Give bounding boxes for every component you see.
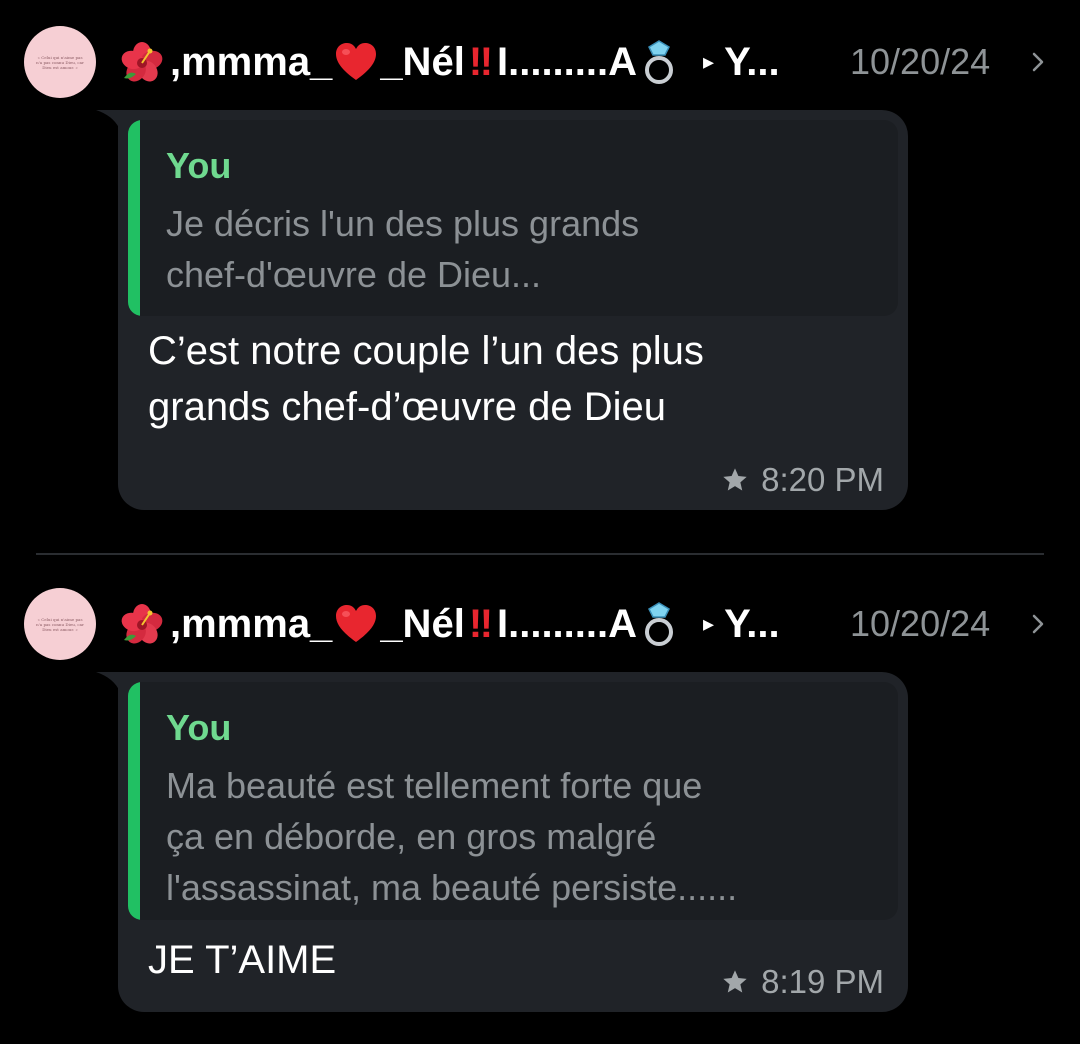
sender-name-part: I.........A <box>496 39 638 84</box>
hibiscus-icon <box>121 42 163 82</box>
message-header[interactable]: « Celui qui n'aime pas n'a pas connu Die… <box>0 26 1080 98</box>
message-date: 10/20/24 <box>850 41 991 82</box>
quoted-message[interactable]: You Ma beauté est tellement forte que ça… <box>128 682 898 920</box>
bubble-tail <box>96 110 120 130</box>
avatar[interactable]: « Celui qui n'aime pas n'a pas connu Die… <box>24 26 96 98</box>
starred-message-item[interactable]: « Celui qui n'aime pas n'a pas connu Die… <box>0 0 1080 540</box>
red-heart-icon <box>336 605 377 642</box>
play-arrow-icon: ▸ <box>703 49 715 74</box>
avatar-caption: « Celui qui n'aime pas n'a pas connu Die… <box>36 54 84 70</box>
quoted-message[interactable]: You Je décris l'un des plus grands chef-… <box>128 120 898 316</box>
quote-accent-bar <box>128 120 140 316</box>
recipient-name: Y... <box>724 39 780 84</box>
message-bubble[interactable]: You Ma beauté est tellement forte que ça… <box>118 672 908 1012</box>
quote-text: Ma beauté est tellement forte que ça en … <box>166 765 738 908</box>
message-meta: 8:19 PM <box>721 962 884 1002</box>
message-text: JE T’AIME <box>148 938 337 982</box>
chevron-right-icon[interactable] <box>1030 610 1048 638</box>
bubble-tail <box>96 672 120 692</box>
sender-name-part: _Nél <box>380 39 465 84</box>
message-bubble[interactable]: You Je décris l'un des plus grands chef-… <box>118 110 908 510</box>
message-time: 8:19 PM <box>761 963 884 1000</box>
red-heart-icon <box>336 43 377 80</box>
message-date: 10/20/24 <box>850 603 991 644</box>
star-icon <box>723 468 747 491</box>
play-arrow-icon: ▸ <box>703 611 715 636</box>
avatar-caption: « Celui qui n'aime pas n'a pas connu Die… <box>36 616 84 632</box>
starred-message-item[interactable]: « Celui qui n'aime pas n'a pas connu Die… <box>0 562 1080 1044</box>
hibiscus-icon <box>121 604 163 644</box>
message-header[interactable]: « Celui qui n'aime pas n'a pas connu Die… <box>0 588 1080 660</box>
quote-author: You <box>166 145 232 186</box>
sender-recipient-line: ,mmma_ _Nél ‼ I.........A ▸ Y... <box>120 38 780 86</box>
divider <box>36 553 1044 555</box>
sender-name-part: I.........A <box>496 601 638 646</box>
ring-icon <box>645 602 674 646</box>
double-exclamation-icon: ‼ <box>468 39 493 84</box>
sender-name-part: ,mmma_ <box>170 39 333 84</box>
sender-name-part: ,mmma_ <box>170 601 333 646</box>
recipient-name: Y... <box>724 601 780 646</box>
chevron-right-icon[interactable] <box>1030 48 1048 76</box>
message-time: 8:20 PM <box>761 461 884 498</box>
sender-recipient-line: ,mmma_ _Nél ‼ I.........A ▸ Y... <box>120 600 780 648</box>
quote-author: You <box>166 707 232 748</box>
message-meta: 8:20 PM <box>721 460 884 500</box>
double-exclamation-icon: ‼ <box>468 601 493 646</box>
quote-text: Je décris l'un des plus grands chef-d'œu… <box>166 203 640 295</box>
avatar[interactable]: « Celui qui n'aime pas n'a pas connu Die… <box>24 588 96 660</box>
sender-name-part: _Nél <box>380 601 465 646</box>
quote-accent-bar <box>128 682 140 920</box>
star-icon <box>723 970 747 993</box>
ring-icon <box>645 40 674 84</box>
message-text: C’est notre couple l’un des plus grands … <box>148 329 704 429</box>
starred-messages-list: « Celui qui n'aime pas n'a pas connu Die… <box>0 0 1080 1044</box>
